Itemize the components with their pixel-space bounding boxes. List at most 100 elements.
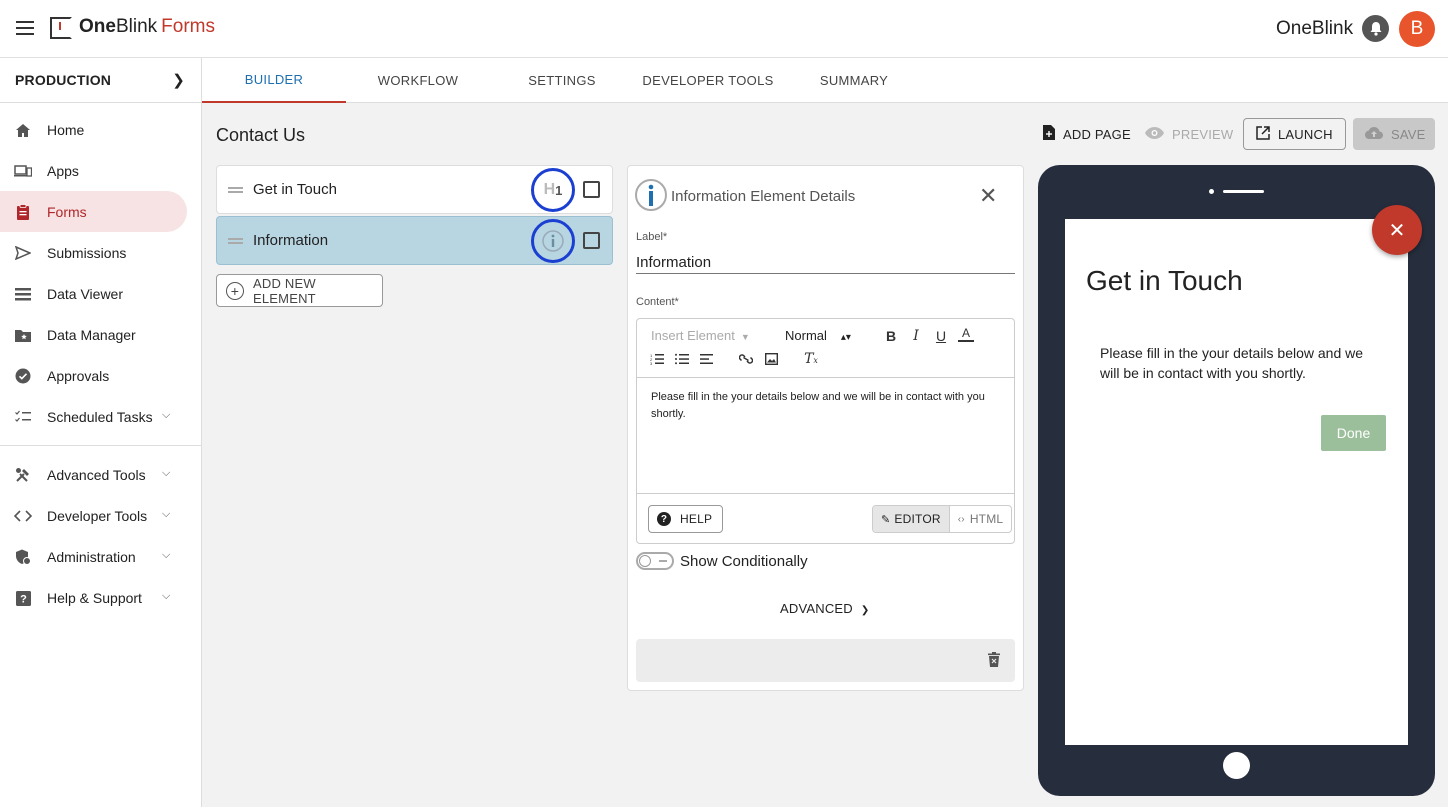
element-select-checkbox[interactable] <box>583 181 600 198</box>
add-page-label: ADD PAGE <box>1063 126 1131 142</box>
environment-selector[interactable]: PRODUCTION ❯ <box>0 58 201 103</box>
send-icon <box>14 244 32 262</box>
tab-developer-tools[interactable]: DEVELOPER TOOLS <box>634 58 782 103</box>
sidebar-item-scheduled-tasks[interactable]: Scheduled Tasks ⌵ <box>0 396 201 437</box>
element-select-checkbox[interactable] <box>583 232 600 249</box>
underline-icon[interactable]: U <box>933 328 949 344</box>
sidebar-item-forms[interactable]: Forms <box>0 191 187 232</box>
editor-content[interactable]: Please fill in the your details below an… <box>651 389 1001 423</box>
add-new-element-button[interactable]: + ADD NEW ELEMENT <box>216 274 383 307</box>
sidebar-item-administration[interactable]: Administration ⌵ <box>0 536 201 577</box>
clear-formatting-icon[interactable]: Tx <box>803 351 819 367</box>
bullet-list-icon[interactable] <box>674 352 690 368</box>
editor-mode-label: EDITOR <box>894 512 941 526</box>
drag-handle-icon[interactable] <box>228 187 243 193</box>
element-row-information[interactable]: Information <box>216 216 613 265</box>
close-preview-button[interactable]: ✕ <box>1372 205 1422 255</box>
tab-workflow[interactable]: WORKFLOW <box>346 58 490 103</box>
sidebar-item-home[interactable]: Home <box>0 109 201 150</box>
sidebar-item-approvals[interactable]: Approvals <box>0 355 201 396</box>
svg-text:3: 3 <box>650 361 653 365</box>
sidebar-item-advanced-tools[interactable]: Advanced Tools ⌵ <box>0 454 201 495</box>
caret-down-icon: ▼ <box>740 332 750 342</box>
preview-information: Please fill in the your details below an… <box>1100 345 1364 381</box>
element-row-get-in-touch[interactable]: Get in Touch H1 <box>216 165 613 214</box>
sidebar-item-label: Submissions <box>47 244 127 261</box>
done-button[interactable]: Done <box>1321 415 1386 451</box>
sidebar-item-apps[interactable]: Apps <box>0 150 201 191</box>
logo-bold: One <box>79 16 116 37</box>
show-conditionally-toggle[interactable] <box>636 552 674 570</box>
sidebar-item-submissions[interactable]: Submissions <box>0 232 201 273</box>
editor-mode-button[interactable]: ✎ EDITOR <box>873 506 950 532</box>
check-circle-icon <box>14 367 32 385</box>
toggle-knob <box>639 555 651 567</box>
sidebar-item-data-viewer[interactable]: Data Viewer <box>0 273 201 314</box>
sidebar-item-label: Data Manager <box>47 326 136 343</box>
advanced-expander[interactable]: ADVANCED ❯ <box>780 601 869 616</box>
plus-circle-icon: + <box>226 282 244 300</box>
organisation-name[interactable]: OneBlink <box>1276 18 1353 40</box>
clipboard-icon <box>14 203 32 221</box>
environment-label: PRODUCTION <box>15 72 112 88</box>
sidebar-item-label: Scheduled Tasks <box>47 408 153 425</box>
list-icon <box>14 285 32 303</box>
phone-home-button[interactable] <box>1223 752 1250 779</box>
link-icon[interactable] <box>738 352 754 368</box>
code-icon <box>14 507 32 525</box>
preview-button[interactable]: PREVIEW <box>1145 118 1233 150</box>
ordered-list-icon[interactable]: 123 <box>649 352 665 368</box>
rich-text-editor: Insert Element ▼ Normal ▴▾ B I U A 123 Tx … <box>636 318 1015 544</box>
label-input[interactable] <box>636 251 1015 274</box>
show-conditionally-label: Show Conditionally <box>680 553 808 570</box>
sidebar-item-help-support[interactable]: ? Help & Support ⌵ <box>0 577 201 618</box>
page-title: Contact Us <box>216 125 306 145</box>
cloud-upload-icon <box>1365 126 1383 142</box>
pencil-icon: ✎ <box>881 513 891 526</box>
content-field-label: Content* <box>636 296 679 308</box>
delete-icon[interactable] <box>988 652 1000 668</box>
html-mode-label: HTML <box>969 512 1004 526</box>
help-button[interactable]: ? HELP <box>648 505 724 533</box>
menu-icon[interactable] <box>16 21 34 35</box>
close-icon[interactable]: ✕ <box>979 183 997 209</box>
tab-summary[interactable]: SUMMARY <box>782 58 926 103</box>
info-icon <box>635 179 667 211</box>
tab-builder[interactable]: BUILDER <box>202 58 346 103</box>
notifications-bell-icon[interactable] <box>1362 15 1389 42</box>
image-icon[interactable] <box>763 352 779 368</box>
chevron-right-icon: ❯ <box>172 72 185 89</box>
home-icon <box>14 121 32 139</box>
html-mode-button[interactable]: ‹› HTML <box>950 506 1012 532</box>
sidebar-item-developer-tools[interactable]: Developer Tools ⌵ <box>0 495 201 536</box>
tab-settings[interactable]: SETTINGS <box>490 58 634 103</box>
tools-icon <box>14 466 32 484</box>
insert-element-select[interactable]: Insert Element ▼ <box>651 328 750 343</box>
text-color-icon[interactable]: A <box>958 326 974 342</box>
add-page-icon <box>1043 125 1055 143</box>
chevron-down-icon: ❯ <box>860 605 870 616</box>
chevron-down-icon: ⌵ <box>162 467 171 479</box>
folder-star-icon <box>14 326 32 344</box>
italic-icon[interactable]: I <box>908 328 924 344</box>
user-avatar[interactable]: B <box>1399 11 1435 47</box>
app-logo[interactable]: OneBlink Forms <box>79 16 215 38</box>
save-button[interactable]: SAVE <box>1353 118 1435 150</box>
add-page-button[interactable]: ADD PAGE <box>1043 118 1131 150</box>
preview-label: PREVIEW <box>1172 126 1234 142</box>
element-label: Information <box>253 232 329 249</box>
chevron-down-icon: ⌵ <box>162 409 171 421</box>
launch-button[interactable]: LAUNCH <box>1243 118 1346 150</box>
editor-mode-toggle: ✎ EDITOR ‹› HTML <box>872 505 1013 533</box>
devices-icon <box>14 162 32 180</box>
svg-text:?: ? <box>20 593 27 605</box>
editor-footer: ? HELP ✎ EDITOR ‹› HTML <box>637 493 1014 544</box>
chevron-down-icon: ⌵ <box>162 508 171 520</box>
sidebar-item-label: Administration <box>47 548 136 565</box>
format-select[interactable]: Normal ▴▾ <box>785 328 851 343</box>
drag-handle-icon[interactable] <box>228 238 243 244</box>
up-down-icon: ▴▾ <box>840 332 851 343</box>
bold-icon[interactable]: B <box>883 328 899 344</box>
sidebar-item-data-manager[interactable]: Data Manager <box>0 314 201 355</box>
align-icon[interactable] <box>699 352 715 368</box>
